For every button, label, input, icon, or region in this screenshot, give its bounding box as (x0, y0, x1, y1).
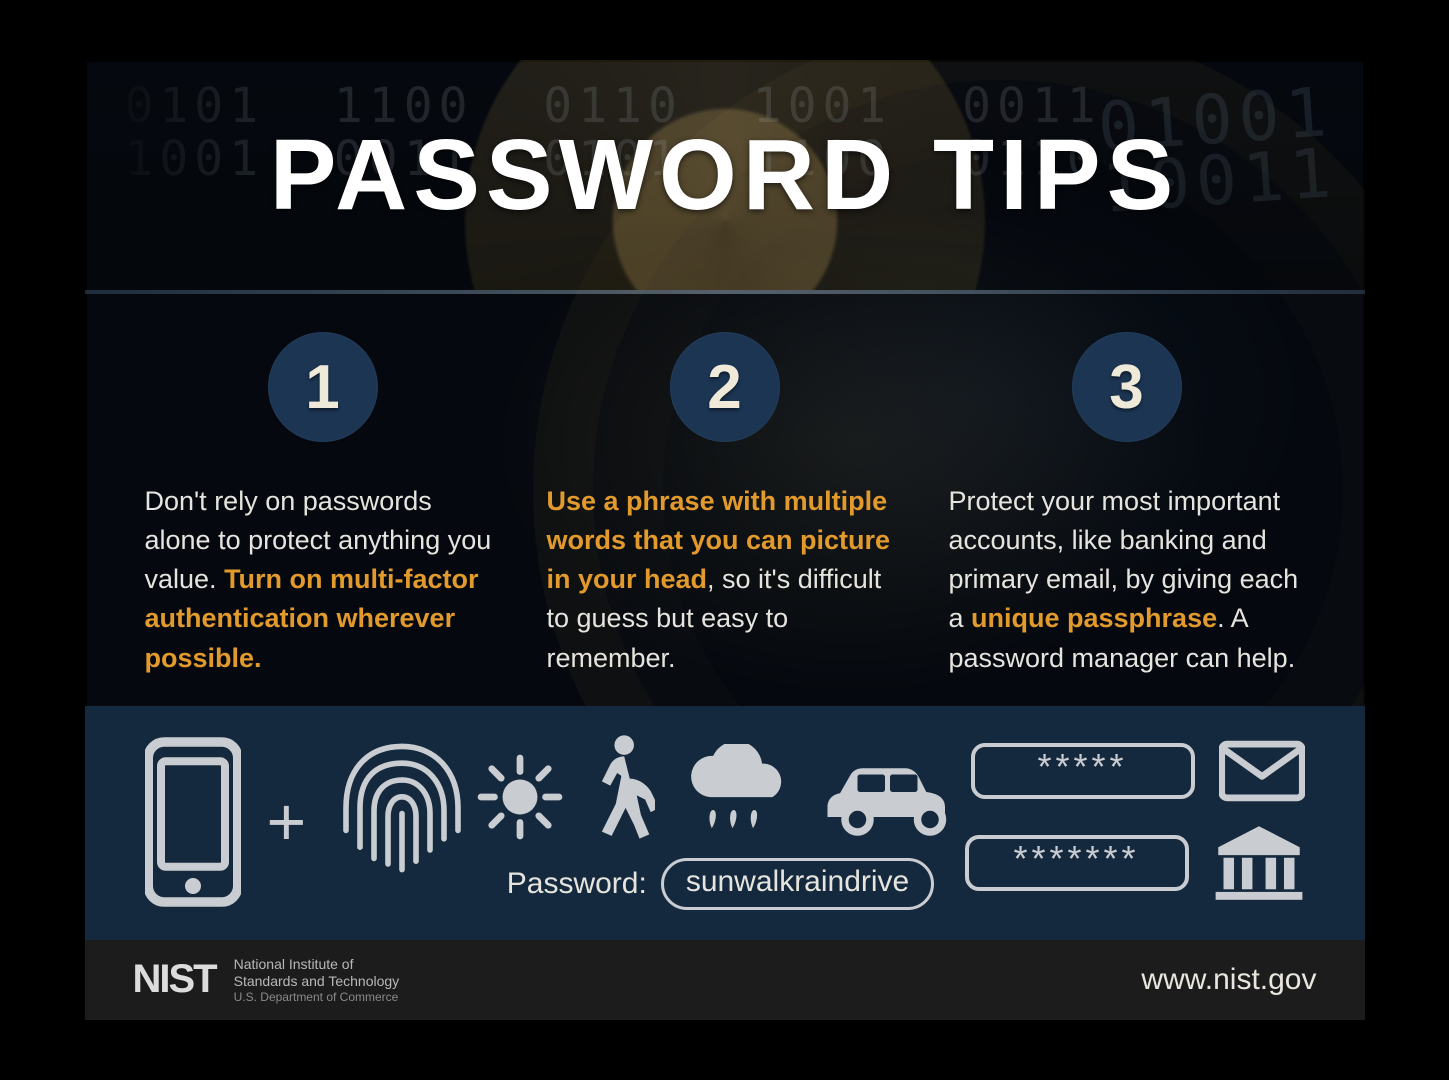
tip-1-badge: 1 (268, 332, 378, 442)
tip-3-emphasis: unique passphrase (971, 603, 1217, 633)
plus-icon: + (267, 783, 307, 861)
footer-brand: NIST National Institute of Standards and… (133, 956, 400, 1004)
mfa-illustration: + (145, 737, 477, 907)
infographic-card: 0100110011 0101 1100 0110 1001 0011 1001… (85, 60, 1365, 1020)
tip-3-number: 3 (1109, 352, 1143, 423)
password-line: Password: sunwalkraindrive (507, 858, 935, 910)
mail-icon (1219, 740, 1305, 802)
bank-icon (1213, 822, 1305, 904)
nist-logo: NIST (133, 957, 216, 1002)
password-label: Password: (507, 867, 647, 901)
password-mask-2: ******* (965, 835, 1189, 891)
tip-2-copy: Use a phrase with multiple words that yo… (547, 482, 903, 678)
password-value-pill: sunwalkraindrive (661, 858, 934, 910)
footer: NIST National Institute of Standards and… (85, 940, 1365, 1020)
unique-illustration: ***** ******* (965, 740, 1305, 904)
fingerprint-icon (332, 737, 472, 907)
walker-icon (585, 734, 655, 840)
tip-2-number: 2 (707, 352, 741, 423)
hero: 0101 1100 0110 1001 0011 1001 0011 0101 … (85, 60, 1365, 290)
page-title: PASSWORD TIPS (270, 118, 1180, 233)
tip-3-badge: 3 (1072, 332, 1182, 442)
footer-dept: U.S. Department of Commerce (234, 990, 400, 1004)
tips-row: 1 Don't rely on passwords alone to prote… (85, 294, 1365, 706)
car-icon (815, 754, 965, 840)
phone-icon (145, 737, 241, 907)
mask-bank-pair: ******* (965, 822, 1305, 904)
footer-org-line1: National Institute of (234, 956, 354, 972)
raincloud-icon (677, 744, 793, 840)
passphrase-illustration: Password: sunwalkraindrive (477, 734, 965, 910)
footer-url: www.nist.gov (1141, 963, 1316, 997)
illustration-strip: + (85, 706, 1365, 946)
sun-icon (477, 754, 563, 840)
tip-1-copy: Don't rely on passwords alone to protect… (145, 482, 501, 678)
password-mask-1: ***** (971, 743, 1195, 799)
footer-org-line2: Standards and Technology (234, 973, 400, 989)
tip-3-copy: Protect your most important accounts, li… (949, 482, 1305, 678)
passphrase-iconrow (477, 734, 965, 840)
mask-mail-pair: ***** (971, 740, 1305, 802)
tip-2: 2 Use a phrase with multiple words that … (547, 332, 903, 678)
footer-brand-text: National Institute of Standards and Tech… (234, 956, 400, 1004)
tip-3: 3 Protect your most important accounts, … (949, 332, 1305, 678)
tip-1-number: 1 (305, 352, 339, 423)
tip-1: 1 Don't rely on passwords alone to prote… (145, 332, 501, 678)
tip-2-badge: 2 (670, 332, 780, 442)
